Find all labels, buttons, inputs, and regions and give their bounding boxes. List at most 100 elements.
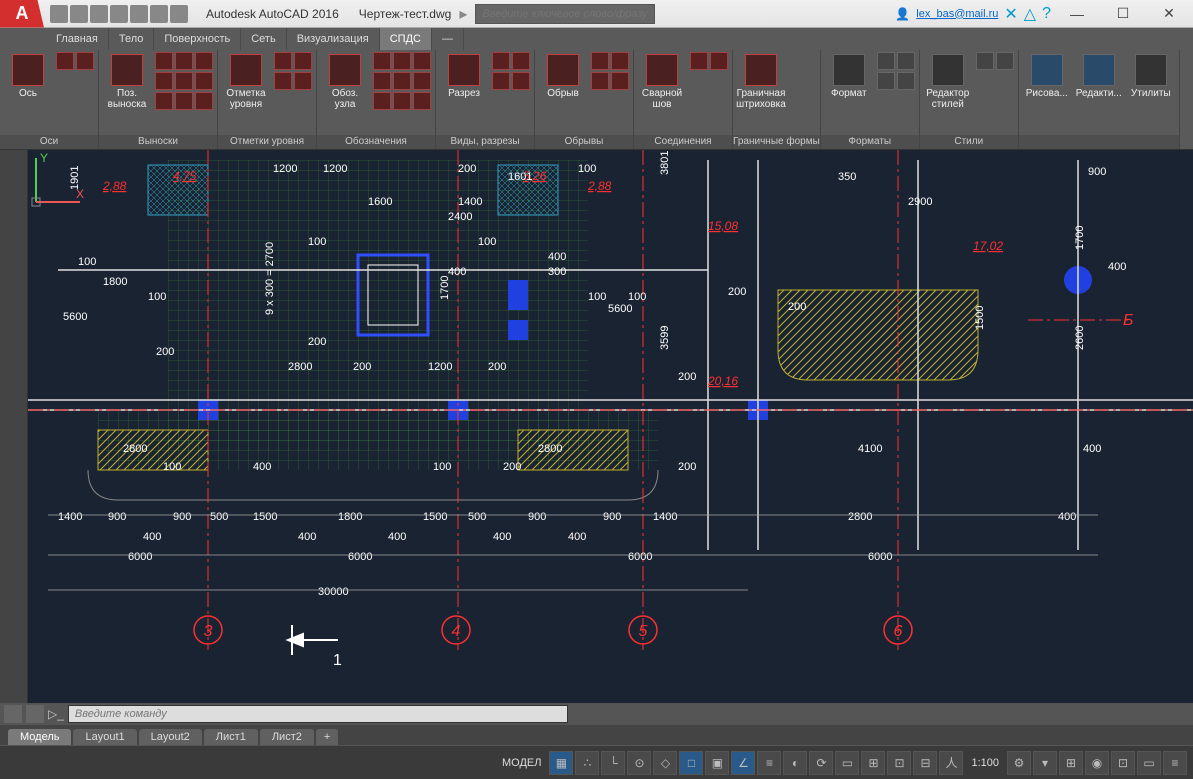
clean-icon[interactable]: ▭ xyxy=(1137,751,1161,775)
tab-surface[interactable]: Поверхность xyxy=(154,28,241,50)
cmd-handle-icon[interactable] xyxy=(4,705,22,723)
command-input[interactable] xyxy=(68,705,568,723)
grid-icon[interactable]: ▦ xyxy=(549,751,573,775)
app-logo[interactable]: A xyxy=(0,0,44,28)
search-input[interactable] xyxy=(475,4,655,24)
svg-text:5600: 5600 xyxy=(63,311,87,323)
svg-text:200: 200 xyxy=(156,346,174,358)
svg-text:200: 200 xyxy=(678,371,696,383)
svg-text:100: 100 xyxy=(628,291,646,303)
exchange-icon[interactable]: ✕ xyxy=(1004,4,1017,24)
format-button[interactable]: Формат xyxy=(825,52,873,99)
lweight-icon[interactable]: ≡ xyxy=(757,751,781,775)
svg-text:5600: 5600 xyxy=(608,303,632,315)
signin-icon[interactable]: 👤 xyxy=(895,7,910,21)
qat-redo-icon[interactable] xyxy=(170,5,188,23)
tab-spds[interactable]: СПДС xyxy=(380,28,432,50)
custom-icon[interactable]: ≡ xyxy=(1163,751,1187,775)
qat-print-icon[interactable] xyxy=(130,5,148,23)
break-button[interactable]: Обрыв xyxy=(539,52,587,99)
qat-save-icon[interactable] xyxy=(90,5,108,23)
svg-text:6: 6 xyxy=(894,623,903,640)
axis-button[interactable]: Ось xyxy=(4,52,52,99)
model-viewport[interactable]: [-][Сверху][2D-каркас] — ☐ ✕ xyxy=(28,150,1193,705)
edit-button[interactable]: Редакти... xyxy=(1075,52,1123,99)
ortho-icon[interactable]: └ xyxy=(601,751,625,775)
user-link[interactable]: lex_bas@mail.ru xyxy=(916,8,998,20)
svg-text:900: 900 xyxy=(603,511,621,523)
tab-home[interactable]: Главная xyxy=(46,28,109,50)
ucs-icon: Y X xyxy=(28,150,88,210)
transp-icon[interactable]: ◐ xyxy=(783,751,807,775)
svg-text:1800: 1800 xyxy=(338,511,362,523)
layout-tab-add[interactable]: + xyxy=(316,729,338,745)
small-btn[interactable] xyxy=(56,52,74,70)
tab-body[interactable]: Тело xyxy=(109,28,155,50)
qp-icon[interactable]: ⊡ xyxy=(887,751,911,775)
polar-icon[interactable]: ⊙ xyxy=(627,751,651,775)
qat-open-icon[interactable] xyxy=(70,5,88,23)
iso-icon[interactable]: ◇ xyxy=(653,751,677,775)
hatch-button[interactable]: Граничная штриховка xyxy=(737,52,785,110)
tab-visual[interactable]: Визуализация xyxy=(287,28,380,50)
iso2-icon[interactable]: ⊡ xyxy=(1111,751,1135,775)
utils-button[interactable]: Утилиты xyxy=(1127,52,1175,99)
section-button[interactable]: Разрез xyxy=(440,52,488,99)
hw-icon[interactable]: ◉ xyxy=(1085,751,1109,775)
dyn-icon[interactable]: ⊞ xyxy=(861,751,885,775)
svg-text:2,88: 2,88 xyxy=(102,179,127,193)
qat-saveas-icon[interactable] xyxy=(110,5,128,23)
cmd-recent-icon[interactable] xyxy=(26,705,44,723)
otrack-icon[interactable]: ∠ xyxy=(731,751,755,775)
layout-tab-1[interactable]: Layout1 xyxy=(73,729,136,745)
svg-text:Б: Б xyxy=(1123,312,1133,329)
svg-text:400: 400 xyxy=(143,531,161,543)
a360-icon[interactable]: △ xyxy=(1024,4,1036,24)
layout-tabs: Модель Layout1 Layout2 Лист1 Лист2 + xyxy=(0,725,1193,745)
cycling-icon[interactable]: ⟳ xyxy=(809,751,833,775)
qat-undo-icon[interactable] xyxy=(150,5,168,23)
svg-text:100: 100 xyxy=(163,461,181,473)
osnap-icon[interactable]: □ xyxy=(679,751,703,775)
level-button[interactable]: Отметка уровня xyxy=(222,52,270,110)
svg-text:15,08: 15,08 xyxy=(708,219,738,233)
svg-text:4,75: 4,75 xyxy=(173,169,197,183)
3dosnap-icon[interactable]: ▣ xyxy=(705,751,729,775)
svg-text:5: 5 xyxy=(639,623,648,640)
layout-tab-4[interactable]: Лист2 xyxy=(260,729,314,745)
draw-button[interactable]: Рисова... xyxy=(1023,52,1071,99)
minimize-button[interactable]: — xyxy=(1057,2,1097,26)
sc-icon[interactable]: ⊟ xyxy=(913,751,937,775)
3d-icon[interactable]: ▭ xyxy=(835,751,859,775)
svg-text:100: 100 xyxy=(433,461,451,473)
svg-text:1600: 1600 xyxy=(368,196,392,208)
gear-icon[interactable]: ⚙ xyxy=(1007,751,1031,775)
styles-button[interactable]: Редактор стилей xyxy=(924,52,972,110)
close-button[interactable]: ✕ xyxy=(1149,2,1189,26)
svg-text:9 x 300 = 2700: 9 x 300 = 2700 xyxy=(264,242,276,315)
maximize-button[interactable]: ☐ xyxy=(1103,2,1143,26)
leader-button[interactable]: Поз. выноска xyxy=(103,52,151,110)
svg-text:900: 900 xyxy=(173,511,191,523)
layout-tab-3[interactable]: Лист1 xyxy=(204,729,258,745)
scale-display[interactable]: 1:100 xyxy=(965,757,1005,769)
node-button[interactable]: Обоз. узла xyxy=(321,52,369,110)
snap-icon[interactable]: ∴ xyxy=(575,751,599,775)
svg-text:400: 400 xyxy=(1083,443,1101,455)
svg-text:1700: 1700 xyxy=(439,276,451,300)
tab-mesh[interactable]: Сеть xyxy=(241,28,286,50)
ws-icon[interactable]: ▾ xyxy=(1033,751,1057,775)
svg-text:100: 100 xyxy=(588,291,606,303)
monitor-icon[interactable]: ⊞ xyxy=(1059,751,1083,775)
ann-icon[interactable]: 人 xyxy=(939,751,963,775)
svg-text:200: 200 xyxy=(458,163,476,175)
layout-tab-2[interactable]: Layout2 xyxy=(139,729,202,745)
status-mode[interactable]: МОДЕЛ xyxy=(496,757,547,769)
layout-tab-model[interactable]: Модель xyxy=(8,729,71,745)
qat-new-icon[interactable] xyxy=(50,5,68,23)
weld-button[interactable]: Сварной шов xyxy=(638,52,686,110)
svg-text:2800: 2800 xyxy=(288,361,312,373)
help-icon[interactable]: ? xyxy=(1042,5,1051,23)
left-palette[interactable] xyxy=(0,150,28,705)
tab-extra[interactable]: — xyxy=(432,28,464,50)
